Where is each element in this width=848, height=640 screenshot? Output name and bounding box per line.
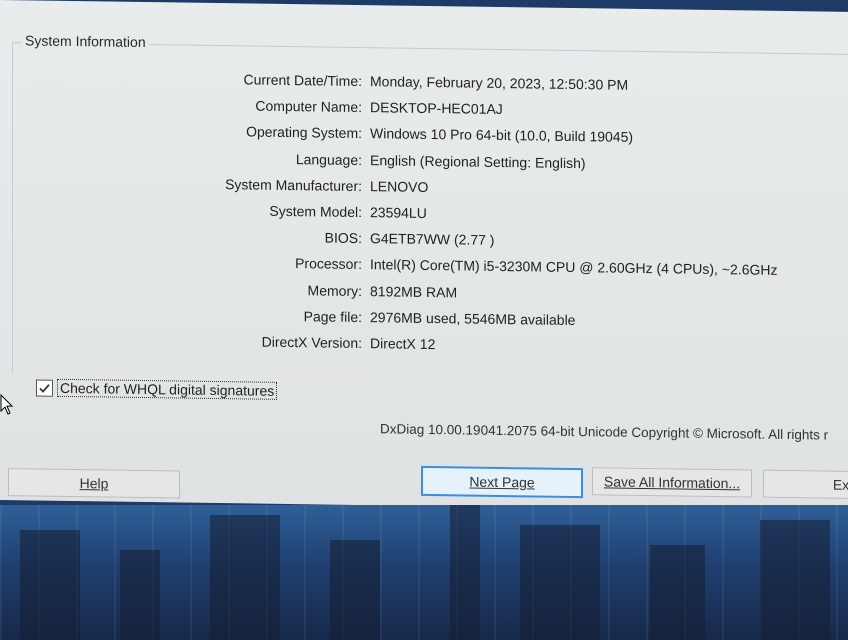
info-label: Operating System: — [246, 123, 362, 142]
info-list: Current Date/Time: Monday, February 20, … — [0, 68, 848, 368]
info-value: 23594LU — [370, 204, 427, 221]
whql-checkbox-row[interactable]: Check for WHQL digital signatures — [36, 378, 278, 400]
info-value: English (Regional Setting: English) — [370, 151, 586, 171]
info-value: G4ETB7WW (2.77 ) — [370, 230, 495, 249]
background-building — [650, 545, 705, 640]
background-building — [760, 520, 830, 640]
mouse-cursor-icon — [0, 394, 14, 415]
info-value: DirectX 12 — [370, 335, 436, 352]
background-building — [210, 515, 280, 640]
background-building — [20, 530, 80, 640]
info-value: 8192MB RAM — [370, 282, 458, 300]
info-label: Page file: — [303, 307, 362, 325]
help-button-label: Help — [79, 475, 109, 492]
dxdiag-window: System Information Current Date/Time: Mo… — [0, 0, 848, 512]
save-all-button-label: Save All Information... — [603, 473, 741, 492]
help-button[interactable]: Help — [8, 468, 180, 499]
info-label: DirectX Version: — [261, 333, 362, 351]
info-label: Processor: — [295, 255, 362, 273]
info-value: LENOVO — [370, 177, 429, 195]
info-label: System Model: — [269, 202, 362, 220]
next-page-button[interactable]: Next Page — [421, 465, 583, 499]
group-title: System Information — [22, 32, 149, 51]
info-label: Language: — [295, 150, 362, 168]
info-value: Windows 10 Pro 64-bit (10.0, Build 19045… — [370, 125, 634, 146]
info-label: Memory: — [307, 281, 362, 299]
exit-button[interactable]: Ex — [763, 469, 848, 500]
info-value: 2976MB used, 5546MB available — [370, 308, 576, 328]
info-value: Monday, February 20, 2023, 12:50:30 PM — [370, 73, 629, 93]
save-all-information-button[interactable]: Save All Information... — [592, 467, 752, 498]
info-label: System Manufacturer: — [225, 175, 362, 194]
desktop-background — [0, 505, 848, 640]
exit-button-label: Ex — [832, 476, 848, 493]
background-building — [450, 505, 480, 640]
background-building — [120, 550, 160, 640]
info-label: Computer Name: — [255, 97, 362, 116]
info-label: BIOS: — [324, 229, 362, 247]
info-value: DESKTOP-HEC01AJ — [370, 99, 503, 118]
next-page-button-label: Next Page — [469, 473, 535, 491]
info-label: Current Date/Time: — [243, 71, 362, 90]
whql-checkbox[interactable] — [36, 379, 53, 397]
checkmark-icon — [39, 383, 50, 393]
whql-checkbox-label[interactable]: Check for WHQL digital signatures — [57, 378, 278, 400]
background-building — [520, 525, 600, 640]
background-building — [330, 540, 380, 640]
version-copyright-text: DxDiag 10.00.19041.2075 64-bit Unicode C… — [380, 421, 829, 443]
